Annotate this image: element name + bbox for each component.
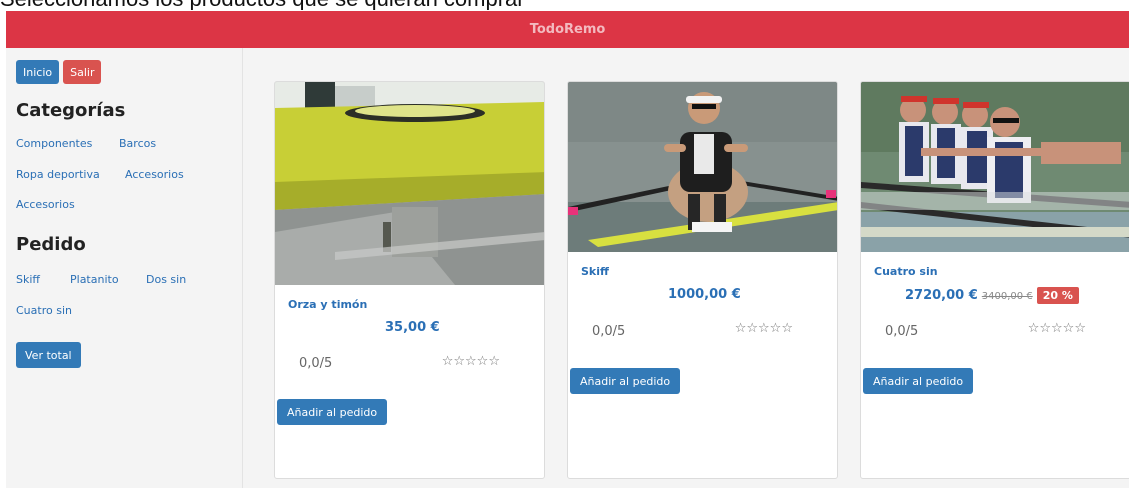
product-price: 2720,00 €: [905, 288, 978, 303]
rudder-photo: [275, 82, 544, 285]
category-link-ropa-deportiva[interactable]: Ropa deportiva: [16, 168, 100, 181]
skiff-photo: [568, 82, 837, 252]
product-price-group: 2720,00 €3400,00 €20 %: [905, 287, 1079, 304]
product-price: 1000,00 €: [668, 287, 741, 302]
product-card-orza: Orza y timón 35,00 € 0,0/5 ☆☆☆☆☆ Añadir …: [274, 81, 545, 479]
pedido-link-dos-sin[interactable]: Dos sin: [146, 273, 186, 286]
product-name[interactable]: Cuatro sin: [874, 265, 938, 278]
rating-stars-icon[interactable]: ☆☆☆☆☆: [442, 354, 500, 369]
categorias-heading: Categorías: [16, 100, 126, 121]
pedido-link-skiff[interactable]: Skiff: [16, 273, 40, 286]
salir-button[interactable]: Salir: [63, 60, 102, 84]
pedido-link-platanito[interactable]: Platanito: [70, 273, 119, 286]
app-title: TodoRemo: [529, 22, 606, 37]
product-old-price: 3400,00 €: [981, 291, 1033, 302]
product-name[interactable]: Orza y timón: [288, 298, 367, 311]
product-image-orza[interactable]: [275, 82, 544, 285]
discount-badge: 20 %: [1036, 287, 1079, 304]
category-link-accesorios[interactable]: Accesorios: [125, 168, 184, 181]
ver-total-button[interactable]: Ver total: [16, 342, 81, 368]
add-to-order-button[interactable]: Añadir al pedido: [863, 368, 974, 394]
sidebar: Inicio Salir Categorías Componentes Barc…: [6, 48, 243, 488]
four-rowers-photo: [861, 82, 1129, 252]
product-rating: 0,0/5: [592, 324, 626, 339]
product-rating: 0,0/5: [299, 356, 333, 371]
pedido-heading: Pedido: [16, 234, 86, 255]
rating-stars-icon[interactable]: ☆☆☆☆☆: [735, 321, 793, 336]
pedido-link-cuatro-sin[interactable]: Cuatro sin: [16, 304, 72, 317]
product-rating: 0,0/5: [885, 324, 919, 339]
rating-stars-icon[interactable]: ☆☆☆☆☆: [1028, 321, 1086, 336]
page-caption: Seleccionamos los productos que se quier…: [0, 0, 1129, 10]
category-link-barcos[interactable]: Barcos: [119, 137, 156, 150]
product-image-cuatro-sin[interactable]: [861, 82, 1129, 252]
add-to-order-button[interactable]: Añadir al pedido: [277, 399, 388, 425]
product-price: 35,00 €: [385, 320, 440, 335]
product-grid: Orza y timón 35,00 € 0,0/5 ☆☆☆☆☆ Añadir …: [243, 48, 1129, 488]
nav-buttons: Inicio Salir: [16, 60, 102, 84]
product-image-skiff[interactable]: [568, 82, 837, 252]
inicio-button[interactable]: Inicio: [16, 60, 60, 84]
category-link-accesorios-2[interactable]: Accesorios: [16, 198, 75, 211]
product-name[interactable]: Skiff: [581, 265, 609, 278]
product-card-cuatro-sin: Cuatro sin 2720,00 €3400,00 €20 % 0,0/5 …: [860, 81, 1129, 479]
app-header: TodoRemo: [6, 11, 1129, 48]
category-link-componentes[interactable]: Componentes: [16, 137, 92, 150]
add-to-order-button[interactable]: Añadir al pedido: [570, 368, 681, 394]
product-card-skiff: Skiff 1000,00 € 0,0/5 ☆☆☆☆☆ Añadir al pe…: [567, 81, 838, 479]
